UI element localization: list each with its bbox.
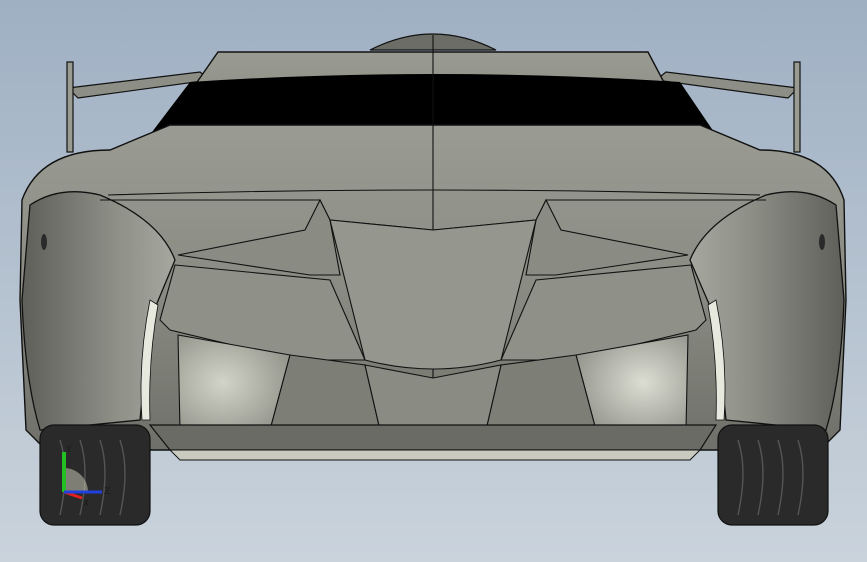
triad-x-label: X <box>83 499 89 509</box>
triad-y-label: Y <box>65 445 72 455</box>
reference-triad: Y X Z <box>62 445 110 509</box>
splitter-lip <box>168 449 702 461</box>
graphics-viewport[interactable]: Y X Z <box>0 0 867 562</box>
front-splitter <box>148 424 718 451</box>
left-sensor <box>41 234 47 250</box>
triad-z-label: Z <box>104 487 110 497</box>
right-front-tire <box>717 424 829 526</box>
triad-plane-arc <box>64 468 88 492</box>
car-model-front-view[interactable] <box>0 0 867 562</box>
right-sensor <box>819 234 825 250</box>
